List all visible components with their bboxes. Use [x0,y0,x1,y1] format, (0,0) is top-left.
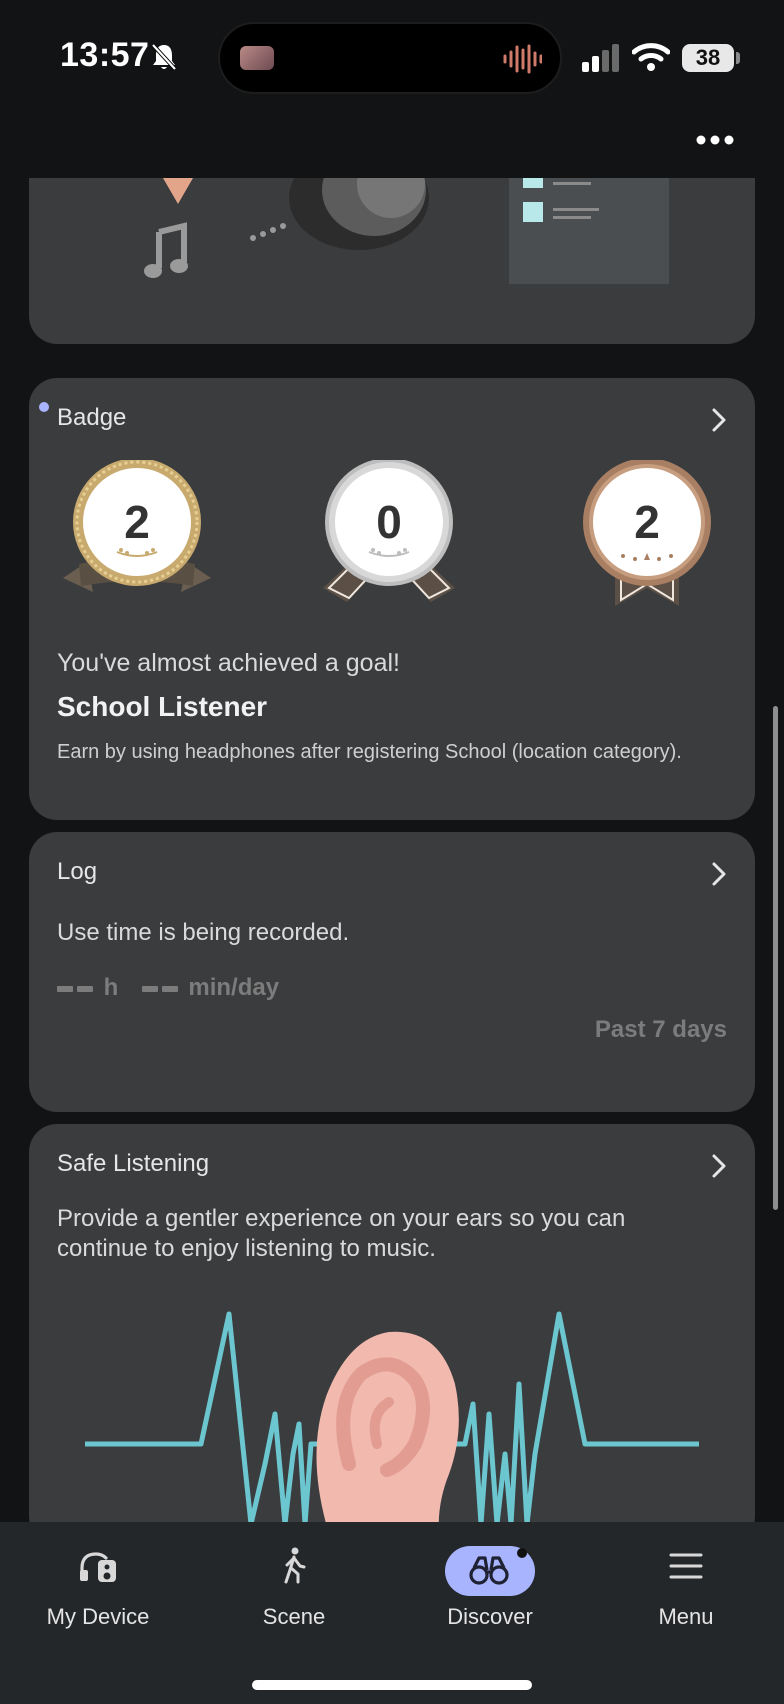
log-card[interactable]: Log Use time is being recorded. h min/da… [29,832,755,1112]
new-indicator-dot [39,402,49,412]
notification-dot [517,1548,527,1558]
dynamic-island [218,22,562,94]
binoculars-icon [469,1556,509,1585]
cellular-signal-icon [582,44,619,72]
battery-tip [736,52,740,64]
more-horizontal-icon[interactable] [690,126,740,154]
bottom-navigation: My Device Scene Discover Menu [0,1522,784,1704]
silver-badge-count: 0 [376,496,402,548]
gold-badge-count: 2 [124,496,150,548]
bronze-badge: 2 [583,460,711,606]
safe-listening-description: Provide a gentler experience on your ear… [57,1205,626,1262]
status-time: 13:57 [60,36,150,74]
minute-unit: min/day [188,974,280,1001]
bronze-badge-count: 2 [634,496,660,548]
badge-card-title: Badge [57,404,127,431]
silver-badge: 0 [323,460,455,602]
audio-waveform-icon [503,44,542,74]
goal-message: You've almost achieved a goal! [57,649,400,677]
feature-illustration [144,178,669,284]
now-playing-thumbnail [240,46,274,70]
nav-my-device-label: My Device [46,1604,150,1629]
goal-name: School Listener [57,691,268,722]
nav-menu[interactable]: Menu [588,1522,784,1652]
nav-discover-label: Discover [447,1604,533,1629]
bell-slash-icon [151,43,177,71]
gold-badge: 2 [63,460,211,592]
nav-scene[interactable]: Scene [196,1522,392,1652]
chevron-right-icon[interactable] [705,860,733,888]
goal-description: Earn by using headphones after registeri… [57,741,682,763]
discover-content[interactable]: Badge 2 0 2 You've almost achieved a goa… [0,178,784,1522]
feature-illustration-card[interactable] [29,178,755,344]
hamburger-menu-icon [669,1553,703,1579]
ear-waveform-illustration [85,1311,699,1522]
safe-listening-title: Safe Listening [57,1150,210,1177]
battery-icon: 38 [682,44,734,72]
chevron-right-icon[interactable] [705,406,733,434]
nav-menu-label: Menu [658,1604,714,1629]
hour-unit: h [103,974,119,1001]
safe-listening-card[interactable]: Safe Listening Provide a gentler experie… [29,1124,755,1522]
badge-card[interactable]: Badge 2 0 2 You've almost achieved a goa… [29,378,755,820]
log-period: Past 7 days [594,1016,727,1043]
scrollbar[interactable] [773,706,778,1210]
log-card-title: Log [57,858,98,885]
walking-person-icon [284,1547,306,1584]
usage-time-readout: h min/day [57,974,279,1002]
wifi-icon [632,43,670,71]
nav-my-device[interactable]: My Device [0,1522,196,1652]
nav-discover[interactable]: Discover [392,1522,588,1652]
home-indicator[interactable] [252,1680,532,1690]
headphones-device-icon [80,1552,116,1582]
nav-scene-label: Scene [262,1604,326,1629]
chevron-right-icon[interactable] [705,1152,733,1180]
log-message: Use time is being recorded. [57,919,350,946]
